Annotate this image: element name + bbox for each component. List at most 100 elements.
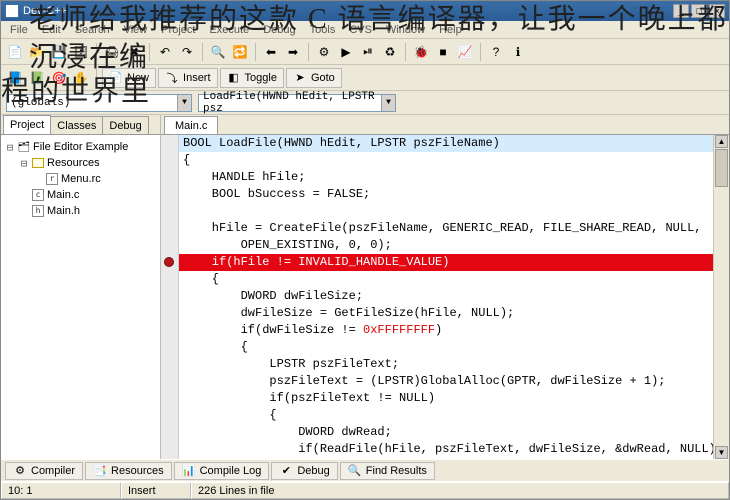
editor-gutter[interactable] <box>161 135 179 459</box>
code-line: { <box>179 339 713 356</box>
menu-edit[interactable]: Edit <box>35 23 68 37</box>
tb-saveall-icon[interactable]: 🗄 <box>71 42 91 62</box>
code-line: pszFileText = (LPSTR)GlobalAlloc(GPTR, d… <box>179 373 713 390</box>
code-line: if(dwFileSize != 0xFFFFFFFF) <box>179 322 713 339</box>
tb-rebuild-icon[interactable]: ♻ <box>380 42 400 62</box>
editor-area: Main.c BOOL LoadFile(HWND hEdit, LPSTR p… <box>161 115 729 459</box>
tb-stop-icon[interactable]: ■ <box>433 42 453 62</box>
title-bar[interactable]: Dev-C++ _ □ × <box>1 1 729 21</box>
collapse-icon[interactable]: ⊟ <box>3 141 17 154</box>
tb-compile-run-icon[interactable]: ⏯ <box>358 42 378 62</box>
tb-help-icon[interactable]: ? <box>486 42 506 62</box>
menu-project[interactable]: Project <box>154 23 202 37</box>
tb2-hand-icon[interactable]: ✋ <box>71 68 91 88</box>
maximize-button[interactable]: □ <box>691 4 707 18</box>
tb-profile-icon[interactable]: 📈 <box>455 42 475 62</box>
tb-back-icon[interactable]: ⬅ <box>261 42 281 62</box>
scope-combo[interactable]: (globals) ▼ <box>6 94 192 112</box>
menu-help[interactable]: Help <box>432 23 469 37</box>
menu-window[interactable]: Window <box>379 23 432 37</box>
tb-sep <box>96 43 97 61</box>
menu-debug[interactable]: Debug <box>256 23 302 37</box>
close-button[interactable]: × <box>709 4 725 18</box>
menu-search[interactable]: Search <box>68 23 117 37</box>
code-line: HANDLE hFile; <box>179 169 713 186</box>
tb-new-icon[interactable]: 📄 <box>5 42 25 62</box>
toggle-icon: ◧ <box>227 71 241 85</box>
code-line: { <box>179 152 713 169</box>
tree-file-menu-rc[interactable]: r Menu.rc <box>3 171 160 187</box>
menu-execute[interactable]: Execute <box>202 23 256 37</box>
code-line: BOOL LoadFile(HWND hEdit, LPSTR pszFileN… <box>179 135 713 152</box>
bottom-tab-compiler[interactable]: ⚙Compiler <box>5 462 83 480</box>
tb-debug-icon[interactable]: 🐞 <box>411 42 431 62</box>
tb2-goto-button[interactable]: ➤Goto <box>286 68 342 88</box>
tb-about-icon[interactable]: ℹ <box>508 42 528 62</box>
tb-open-icon[interactable]: 📂 <box>27 42 47 62</box>
tree-folder-resources[interactable]: ⊟ Resources <box>3 155 160 171</box>
tb-print-icon[interactable]: 🖨 <box>102 42 122 62</box>
toolbar-main: 📄 📂 💾 🗄 🖨 ✖ ↶ ↷ 🔍 🔁 ⬅ ➡ ⚙ ▶ ⏯ ♻ 🐞 ■ 📈 ? … <box>1 39 729 65</box>
status-bar: 10: 1 Insert 226 Lines in file <box>1 481 729 499</box>
app-frame: 老师给我推荐的这款 C 语言编译器，让我一个晚上都沉浸在编 程的世界里 Dev-… <box>0 0 730 500</box>
code-line: OPEN_EXISTING, 0, 0); <box>179 237 713 254</box>
project-icon: 🗂 <box>17 141 31 153</box>
menu-cvs[interactable]: CVS <box>342 23 379 37</box>
function-combo[interactable]: LoadFile(HWND hEdit, LPSTR psz ▼ <box>198 94 396 112</box>
left-panel: Project Classes Debug ⊟ 🗂 File Editor Ex… <box>1 115 161 459</box>
tree-file-main-c[interactable]: c Main.c <box>3 187 160 203</box>
tb-fwd-icon[interactable]: ➡ <box>283 42 303 62</box>
bottom-tab-debug[interactable]: ✔Debug <box>271 462 337 480</box>
bottom-tab-resources[interactable]: 📑Resources <box>85 462 172 480</box>
minimize-button[interactable]: _ <box>673 4 689 18</box>
scroll-thumb[interactable] <box>715 149 728 187</box>
scroll-up-icon[interactable]: ▲ <box>715 135 728 148</box>
collapse-icon[interactable]: ⊟ <box>17 157 31 170</box>
bottom-tab-compile-log[interactable]: 📊Compile Log <box>174 462 270 480</box>
left-tab-debug[interactable]: Debug <box>102 116 148 134</box>
code-line: if(ReadFile(hFile, pszFileText, dwFileSi… <box>179 441 713 458</box>
tb2-toggle-label: Toggle <box>245 72 277 84</box>
project-tree[interactable]: ⊟ 🗂 File Editor Example ⊟ Resources r Me… <box>1 135 160 459</box>
chevron-down-icon[interactable]: ▼ <box>381 95 395 111</box>
breakpoint-icon[interactable] <box>164 257 174 267</box>
tb-save-icon[interactable]: 💾 <box>49 42 69 62</box>
status-insert-mode: Insert <box>121 482 191 499</box>
debug-icon: ✔ <box>279 464 293 478</box>
tb-undo-icon[interactable]: ↶ <box>155 42 175 62</box>
resources-icon: 📑 <box>93 464 107 478</box>
tree-file-label: Menu.rc <box>61 173 101 185</box>
tb-replace-icon[interactable]: 🔁 <box>230 42 250 62</box>
menu-file[interactable]: File <box>3 23 35 37</box>
tb2-insert-label: Insert <box>183 72 211 84</box>
scroll-down-icon[interactable]: ▼ <box>715 446 728 459</box>
chevron-down-icon[interactable]: ▼ <box>177 95 191 111</box>
tb2-new-button[interactable]: 📄New <box>102 68 156 88</box>
menu-tools[interactable]: Tools <box>303 23 343 37</box>
tb2-book-icon[interactable]: 📘 <box>5 68 25 88</box>
tb2-insert-button[interactable]: ⤵Insert <box>158 68 218 88</box>
left-tab-classes[interactable]: Classes <box>50 116 103 134</box>
bottom-tab-find-results[interactable]: 🔍Find Results <box>340 462 435 480</box>
vertical-scrollbar[interactable]: ▲ ▼ <box>713 135 729 459</box>
menu-view[interactable]: View <box>117 23 155 37</box>
tb-redo-icon[interactable]: ↷ <box>177 42 197 62</box>
left-tab-project[interactable]: Project <box>3 115 51 134</box>
tb-close-icon[interactable]: ✖ <box>124 42 144 62</box>
tree-file-main-h[interactable]: h Main.h <box>3 203 160 219</box>
tb2-goto-icon[interactable]: 🎯 <box>49 68 69 88</box>
code-line <box>179 203 713 220</box>
code-line: DWORD dwFileSize; <box>179 288 713 305</box>
app-icon <box>5 4 19 18</box>
tb-run-icon[interactable]: ▶ <box>336 42 356 62</box>
tb-compile-icon[interactable]: ⚙ <box>314 42 334 62</box>
tb-sep <box>149 43 150 61</box>
scope-combo-value: (globals) <box>7 97 177 109</box>
editor-tab-main-c[interactable]: Main.c <box>164 116 218 134</box>
code-editor[interactable]: BOOL LoadFile(HWND hEdit, LPSTR pszFileN… <box>179 135 713 459</box>
tb2-toggle-button[interactable]: ◧ Toggle <box>220 68 284 88</box>
tb-sep <box>308 43 309 61</box>
tree-root[interactable]: ⊟ 🗂 File Editor Example <box>3 139 160 155</box>
tb2-book2-icon[interactable]: 📗 <box>27 68 47 88</box>
tb-find-icon[interactable]: 🔍 <box>208 42 228 62</box>
